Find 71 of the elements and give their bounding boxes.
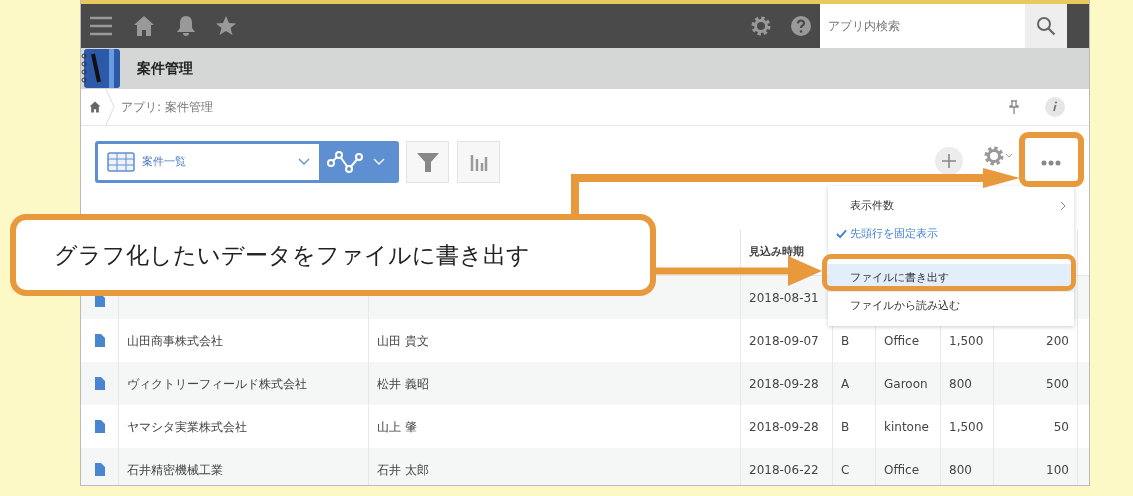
settings-icon[interactable] [750, 15, 772, 37]
table-cell-text: B [841, 418, 850, 436]
bar-chart-icon [469, 153, 488, 171]
home-icon[interactable] [133, 15, 155, 37]
caret-icon [1005, 153, 1013, 159]
settings-button[interactable] [983, 145, 1013, 167]
graph-icon[interactable] [327, 151, 363, 173]
graph-button[interactable] [457, 141, 500, 183]
home-icon[interactable] [89, 101, 101, 113]
table-cell-text: ヴィクトリーフィールド株式会社 [127, 375, 307, 393]
menu-item[interactable]: ファイルから読み込む [828, 292, 1074, 320]
table-cell-text: ヤマシタ実業株式会社 [127, 418, 247, 436]
search-button[interactable] [1025, 4, 1067, 48]
table-cell-text: 200 [1046, 332, 1069, 350]
table-cell-text: Office [884, 332, 920, 350]
filter-icon [415, 150, 440, 174]
table-cell-text: 1,500 [949, 418, 984, 436]
settings-icon [983, 145, 1005, 167]
table-cell-text: B [841, 332, 850, 350]
add-button[interactable] [935, 147, 963, 175]
chevron-icon [1060, 201, 1066, 211]
table-cell-text: 50 [1053, 418, 1069, 436]
table-cell-text: 100 [1046, 461, 1069, 479]
table-cell-text: Garoon [884, 375, 928, 393]
table-cell-text: 500 [1046, 375, 1069, 393]
search-field[interactable]: アプリ内検索 [820, 4, 1025, 48]
table-cell-text: 山上 肇 [377, 418, 417, 436]
view-selector[interactable]: 案件一覧 [95, 141, 399, 183]
table-cell-text: C [841, 461, 850, 479]
table-cell-text: 800 [949, 461, 972, 479]
star-icon[interactable] [215, 15, 237, 37]
more-icon [1041, 160, 1061, 166]
caret-icon [298, 158, 310, 166]
breadcrumb-link[interactable]: アプリ: 案件管理 [121, 98, 213, 116]
table-cell-text: 1,500 [949, 332, 984, 350]
table-cell-text: 松井 義昭 [377, 375, 429, 393]
table-cell-text: 石井精密機械工業 [127, 461, 223, 479]
table-cell-text: kintone [884, 418, 929, 436]
table-cell-text: 2018-09-28 [749, 418, 819, 436]
table-cell-text: 山田 貴文 [377, 332, 429, 350]
table-cell-text: A [841, 375, 850, 393]
check-icon [836, 229, 847, 239]
menu-item[interactable]: 表示件数 [828, 192, 1074, 220]
bell-icon[interactable] [175, 15, 197, 37]
menu-icon[interactable] [89, 16, 113, 36]
column-header[interactable]: 見込み時期 [749, 244, 804, 261]
table-cell-text: 石井 太郎 [377, 461, 429, 479]
info-icon[interactable] [1045, 97, 1065, 117]
help-icon[interactable] [790, 15, 812, 37]
table-cell-text: 山田商事株式会社 [127, 332, 223, 350]
pin-icon[interactable] [1009, 100, 1019, 114]
table-cell-text: 2018-06-22 [749, 461, 819, 479]
caret-icon[interactable] [373, 158, 385, 166]
plus-icon [942, 154, 956, 168]
menu-item[interactable]: 先頭行を固定表示 [828, 220, 1074, 248]
document-icon[interactable] [94, 377, 105, 390]
document-icon[interactable] [94, 463, 105, 476]
table-cell-text: 2018-09-07 [749, 332, 819, 350]
table-cell-text: 800 [949, 375, 972, 393]
callout-text: グラフ化したいデータをファイルに書き出す [54, 240, 530, 270]
notebook-icon [81, 48, 121, 89]
search-icon [1036, 16, 1056, 36]
app-title: 案件管理 [137, 59, 193, 78]
table-cell-text: Office [884, 461, 920, 479]
filter-button[interactable] [406, 141, 449, 183]
table-cell-text: 2018-09-28 [749, 375, 819, 393]
highlight-frame [1019, 132, 1084, 187]
document-icon[interactable] [94, 420, 105, 433]
table-cell-text: 2018-08-31 [749, 289, 819, 307]
table-icon [107, 152, 135, 172]
document-icon[interactable] [94, 334, 105, 347]
